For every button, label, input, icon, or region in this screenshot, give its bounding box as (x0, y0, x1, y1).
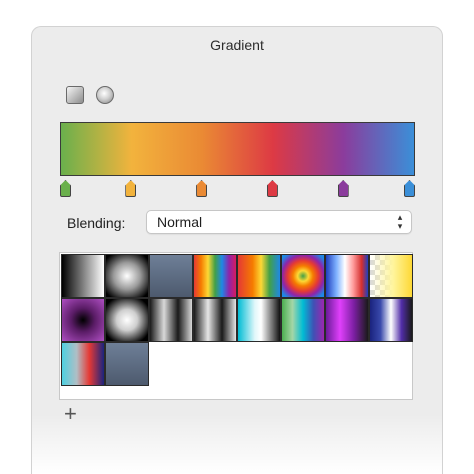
gradient-stop-handle[interactable] (125, 180, 137, 197)
gradient-stop-handle[interactable] (60, 180, 71, 197)
preset-swatch-white-radial-on-black[interactable] (105, 254, 149, 298)
preset-swatch-gray-bands-2[interactable] (193, 298, 237, 342)
preset-swatch-gray-bands-1[interactable] (149, 298, 193, 342)
preset-swatch-black-to-white-linear[interactable] (61, 254, 105, 298)
panel-title: Gradient (210, 37, 264, 53)
gradient-stop-handle[interactable] (404, 180, 415, 197)
preset-swatch-green-blue-purple[interactable] (281, 298, 325, 342)
preset-swatch-white-radial-soft[interactable] (105, 298, 149, 342)
blending-select[interactable]: Normal ▴ ▾ (146, 210, 412, 234)
gradient-stop-handle[interactable] (337, 180, 349, 197)
gradient-stop-handle[interactable] (196, 180, 208, 197)
preset-swatch-blue-white-red-bands[interactable] (325, 254, 369, 298)
preset-swatch-cyan-white-black[interactable] (237, 298, 281, 342)
preset-swatch-cyan-red-navy[interactable] (61, 342, 105, 386)
blending-label: Blending: (67, 215, 126, 231)
preset-swatch-transparent-to-yellow[interactable] (369, 254, 413, 298)
preset-swatch-slate-gradient[interactable] (149, 254, 193, 298)
preset-swatch-spectrum-linear[interactable] (237, 254, 281, 298)
preset-swatch-rainbow-vertical-bands[interactable] (193, 254, 237, 298)
gradient-stop-handle[interactable] (266, 180, 278, 197)
gradient-preview-bar[interactable] (60, 122, 415, 176)
up-down-chevron-icon: ▴ ▾ (397, 212, 403, 231)
blending-value: Normal (157, 214, 203, 230)
preset-swatch-rainbow-radial[interactable] (281, 254, 325, 298)
preset-swatch-blue-purple-glow[interactable] (369, 298, 413, 342)
plus-icon[interactable]: + (64, 403, 77, 425)
preset-swatch-magenta-radial[interactable] (61, 298, 105, 342)
radial-gradient-icon[interactable] (96, 86, 114, 104)
preset-swatch-magenta-purple-black[interactable] (325, 298, 369, 342)
gradient-presets-grid (59, 252, 413, 400)
preset-swatch-slate-gradient-2[interactable] (105, 342, 149, 386)
linear-gradient-icon[interactable] (66, 86, 84, 104)
gradient-panel: Gradient Blending: Normal ▴ ▾ + (31, 26, 443, 474)
